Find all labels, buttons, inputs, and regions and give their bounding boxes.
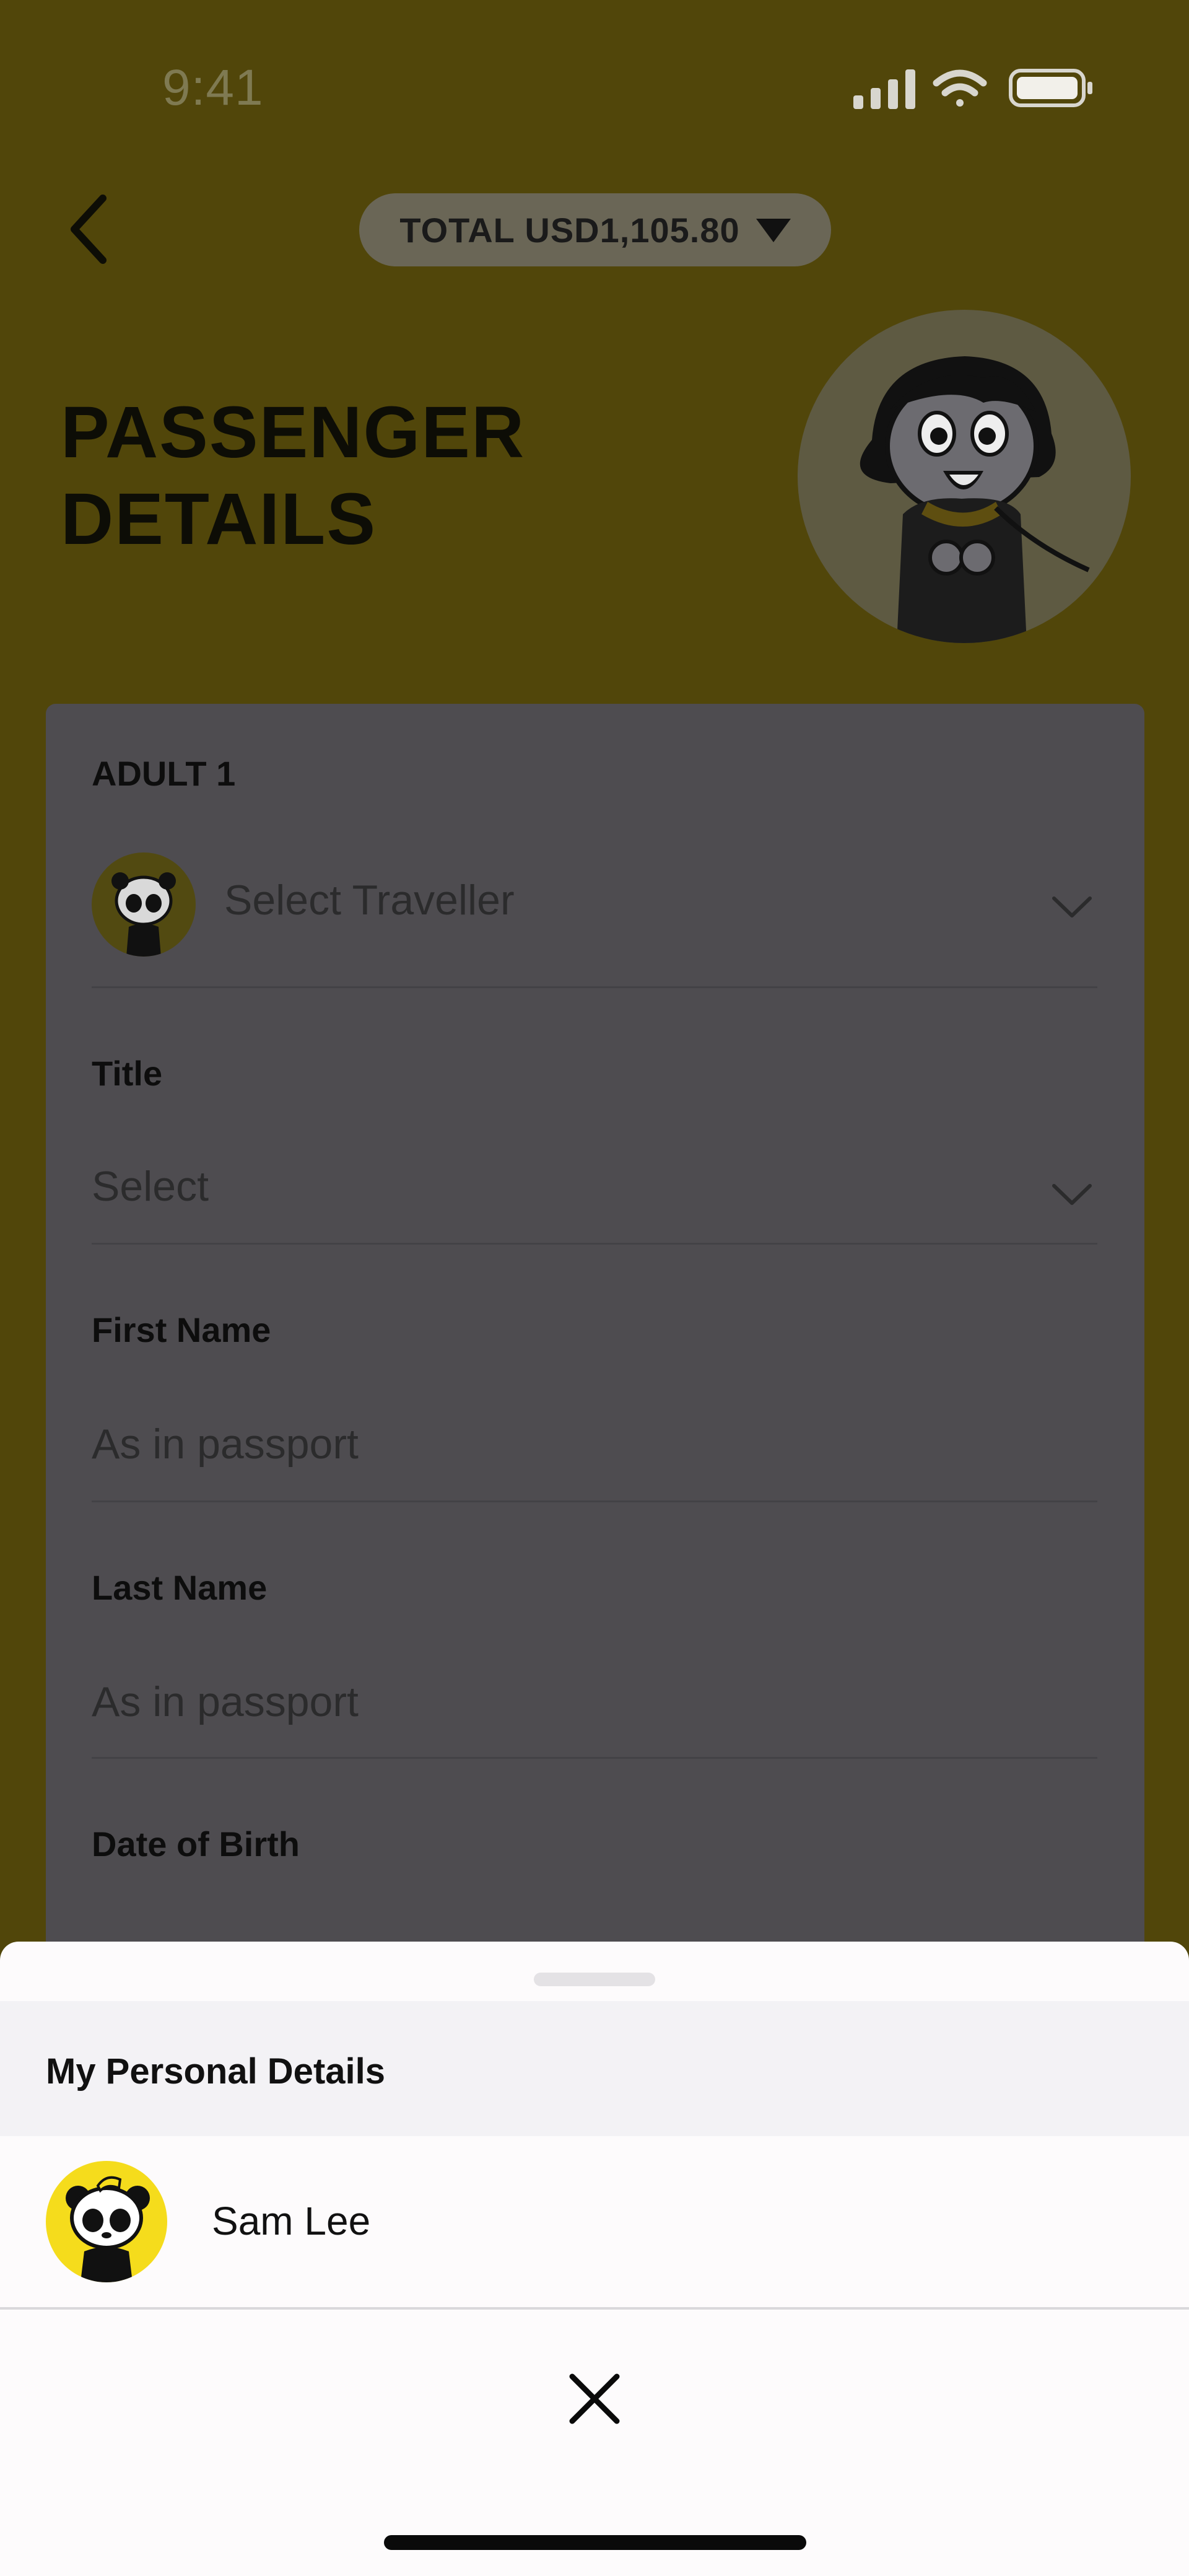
title-select[interactable]: Select xyxy=(92,1162,209,1211)
total-price-button[interactable]: TOTAL USD1,105.80 xyxy=(359,193,831,266)
battery-icon xyxy=(1009,69,1092,107)
traveller-name: Sam Lee xyxy=(212,2199,371,2243)
page-title-line-2: DETAILS xyxy=(61,478,377,560)
divider xyxy=(92,1757,1097,1759)
passenger-form-card: ADULT 1 Select Traveller Title Select Fi… xyxy=(46,704,1144,2067)
cellular-signal-icon xyxy=(853,69,915,109)
status-icons xyxy=(853,69,1092,109)
title-label: Title xyxy=(92,1054,163,1093)
divider xyxy=(92,986,1097,988)
divider xyxy=(92,1500,1097,1502)
section-header: My Personal Details xyxy=(0,2001,1189,2136)
home-indicator xyxy=(384,2535,806,2550)
divider xyxy=(0,2307,1189,2310)
section-title: My Personal Details xyxy=(46,2051,385,2092)
caret-down-icon xyxy=(756,219,791,242)
sheet-grabber[interactable] xyxy=(534,1973,655,1986)
chevron-down-icon[interactable] xyxy=(1050,893,1094,921)
page-title: PASSENGER DETAILS xyxy=(61,389,525,563)
traveller-bottom-sheet: My Personal Details Sam Lee xyxy=(0,1942,1189,2576)
last-name-label: Last Name xyxy=(92,1568,268,1607)
first-name-field[interactable]: As in passport xyxy=(92,1420,359,1468)
traveller-avatar xyxy=(92,852,196,957)
close-icon[interactable] xyxy=(564,2368,625,2430)
first-name-label: First Name xyxy=(92,1310,271,1349)
total-price-text: TOTAL USD1,105.80 xyxy=(399,210,740,250)
mascot-illustration xyxy=(798,310,1131,643)
date-of-birth-label: Date of Birth xyxy=(92,1825,300,1864)
back-chevron-icon[interactable] xyxy=(62,186,118,273)
last-name-field[interactable]: As in passport xyxy=(92,1678,359,1726)
traveller-row[interactable]: Sam Lee xyxy=(0,2136,1189,2307)
select-traveller-dropdown[interactable]: Select Traveller xyxy=(224,876,515,924)
chevron-down-icon[interactable] xyxy=(1050,1181,1094,1208)
status-time: 9:41 xyxy=(162,59,264,116)
adult-section-label: ADULT 1 xyxy=(92,754,236,793)
page-title-line-1: PASSENGER xyxy=(61,392,526,473)
avatar xyxy=(46,2161,167,2282)
wifi-icon xyxy=(933,69,987,107)
divider xyxy=(92,1243,1097,1245)
